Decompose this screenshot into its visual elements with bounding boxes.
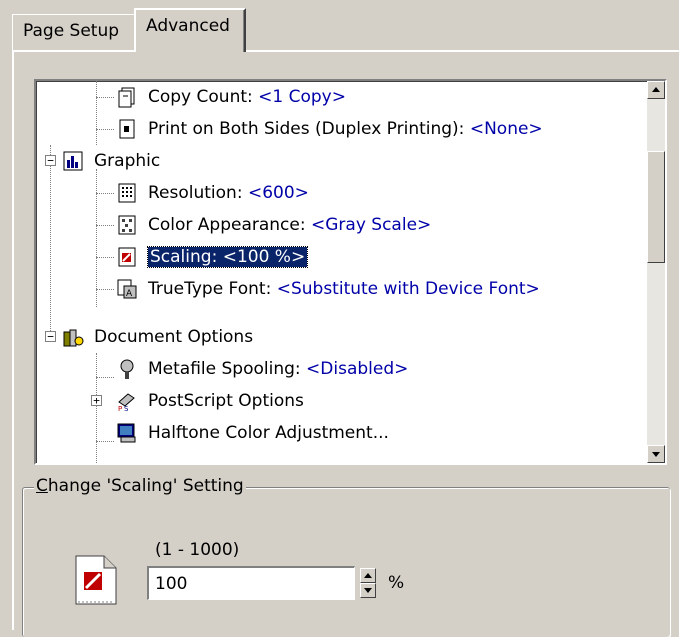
tree-item-label: Scaling: — [150, 247, 223, 267]
chevron-up-icon — [652, 87, 660, 92]
collapse-document-options-button[interactable]: − — [45, 331, 56, 342]
document-options-icon — [62, 326, 84, 348]
chevron-up-icon — [364, 573, 372, 578]
tree-item-label: Metafile Spooling: — [148, 359, 307, 379]
svg-text:S: S — [124, 405, 129, 412]
tree-item-label: Print on Both Sides (Duplex Printing): — [148, 119, 470, 139]
tree-scrollbar[interactable] — [647, 81, 665, 463]
tree-item-value: <Substitute with Device Font> — [276, 279, 540, 299]
tree-item-value: <Gray Scale> — [311, 215, 432, 235]
spin-down-button[interactable] — [360, 583, 376, 598]
tree-line — [96, 97, 114, 98]
copy-count-icon — [116, 86, 138, 108]
range-label: (1 - 1000) — [155, 540, 240, 560]
tree-line — [96, 81, 97, 145]
tree-item-label: PostScript Options — [148, 391, 304, 411]
tree-item-value: <600> — [247, 183, 309, 203]
scaling-spinner[interactable] — [360, 568, 376, 598]
tree-item-label: Document Options — [94, 327, 254, 347]
settings-tree[interactable]: Copy Count: <1 Copy> Print on Both Sides… — [34, 79, 667, 465]
tab-advanced[interactable]: Advanced — [134, 8, 246, 52]
expand-postscript-options-button[interactable]: + — [91, 395, 102, 406]
chevron-down-icon — [364, 588, 372, 593]
tree-line — [96, 129, 114, 130]
tree-line — [96, 377, 114, 378]
halftone-icon — [116, 422, 138, 444]
selected-item-highlight: Scaling: <100 %> — [146, 246, 309, 268]
tree-item-value: <None> — [469, 119, 543, 139]
tree-item-value: <100 %> — [222, 247, 306, 267]
graphic-icon — [62, 150, 84, 172]
scaling-icon — [116, 246, 138, 268]
scaling-value-input[interactable] — [147, 566, 355, 600]
tree-line — [96, 257, 114, 258]
svg-text:A: A — [126, 289, 133, 299]
tree-item-value: <1 Copy> — [258, 87, 346, 107]
truetype-font-icon: A — [116, 278, 138, 300]
tree-item-label: Copy Count: — [148, 87, 259, 107]
duplex-icon — [116, 118, 138, 140]
chevron-down-icon — [652, 452, 660, 457]
group-title: Change 'Scaling' Setting — [34, 476, 246, 496]
tab-page-setup[interactable]: Page Setup — [12, 14, 134, 50]
tree-item-value: <Disabled> — [306, 359, 409, 379]
tree-line — [50, 145, 51, 339]
resolution-icon — [116, 182, 138, 204]
scroll-thumb[interactable] — [647, 151, 665, 263]
scaling-large-icon — [70, 552, 120, 608]
scroll-up-button[interactable] — [647, 81, 665, 99]
metafile-spooling-icon — [116, 358, 138, 380]
postscript-options-icon: PS — [116, 390, 138, 413]
tree-line — [96, 225, 114, 226]
tree-item-label: Graphic — [94, 151, 161, 171]
tree-line — [96, 353, 97, 463]
spin-up-button[interactable] — [360, 568, 376, 583]
color-appearance-icon — [116, 214, 138, 236]
tree-line — [96, 289, 114, 290]
tree-item-label: Resolution: — [148, 183, 248, 203]
tree-item-label: Halftone Color Adjustment... — [148, 423, 389, 443]
tree-item-label: TrueType Font: — [148, 279, 277, 299]
tree-item-label: Color Appearance: — [148, 215, 311, 235]
svg-text:P: P — [118, 405, 122, 412]
unit-label: % — [388, 573, 405, 593]
tree-line — [96, 169, 97, 307]
tree-line — [96, 193, 114, 194]
tree-line — [96, 441, 114, 442]
scroll-down-button[interactable] — [647, 445, 665, 463]
collapse-graphic-button[interactable]: − — [45, 155, 56, 166]
